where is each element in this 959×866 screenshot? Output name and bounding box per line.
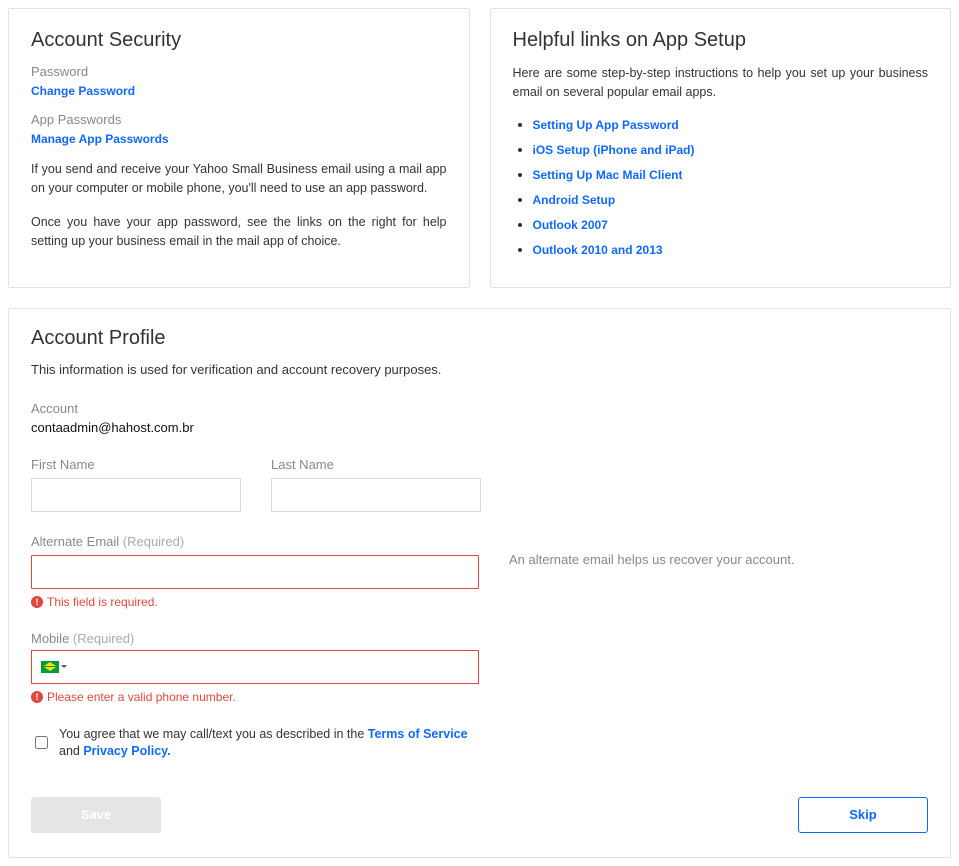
- account-profile-card: Account Profile This information is used…: [8, 308, 951, 858]
- profile-title: Account Profile: [31, 327, 928, 350]
- change-password-link[interactable]: Change Password: [31, 84, 135, 98]
- mobile-input[interactable]: [76, 651, 478, 683]
- terms-of-service-link[interactable]: Terms of Service: [368, 726, 468, 744]
- app-passwords-label: App Passwords: [31, 112, 447, 127]
- last-name-label: Last Name: [271, 457, 481, 472]
- security-paragraph-2: Once you have your app password, see the…: [31, 213, 447, 252]
- help-link-outlook-2010-2013[interactable]: Outlook 2010 and 2013: [533, 243, 663, 257]
- security-paragraph-1: If you send and receive your Yahoo Small…: [31, 160, 447, 199]
- alternate-email-input[interactable]: [31, 555, 479, 589]
- account-security-card: Account Security Password Change Passwor…: [8, 8, 470, 288]
- required-tag: (Required): [73, 631, 134, 646]
- password-label: Password: [31, 64, 447, 79]
- error-icon: !: [31, 691, 43, 703]
- help-link-android-setup[interactable]: Android Setup: [533, 193, 616, 207]
- mobile-error: ! Please enter a valid phone number.: [31, 690, 479, 704]
- help-link-ios-setup[interactable]: iOS Setup (iPhone and iPad): [533, 143, 695, 157]
- helpful-links-card: Helpful links on App Setup Here are some…: [490, 8, 952, 288]
- last-name-input[interactable]: [271, 478, 481, 512]
- helpful-link-list: Setting Up App Password iOS Setup (iPhon…: [513, 117, 929, 257]
- consent-text: You agree that we may call/text you as d…: [59, 726, 491, 761]
- mobile-label: Mobile (Required): [31, 631, 479, 646]
- first-name-label: First Name: [31, 457, 241, 472]
- chevron-down-icon: [61, 665, 67, 668]
- helpful-intro: Here are some step-by-step instructions …: [513, 64, 929, 103]
- help-link-mac-mail[interactable]: Setting Up Mac Mail Client: [533, 168, 683, 182]
- account-value: contaadmin@hahost.com.br: [31, 420, 194, 435]
- alternate-email-label: Alternate Email (Required): [31, 534, 479, 549]
- manage-app-passwords-link[interactable]: Manage App Passwords: [31, 132, 169, 146]
- profile-desc: This information is used for verificatio…: [31, 362, 928, 377]
- security-title: Account Security: [31, 29, 447, 52]
- skip-button[interactable]: Skip: [798, 797, 928, 833]
- brazil-flag-icon: [41, 661, 59, 673]
- privacy-policy-link[interactable]: Privacy Policy.: [83, 743, 170, 761]
- alternate-email-help: An alternate email helps us recover your…: [509, 534, 794, 609]
- alternate-email-error: ! This field is required.: [31, 595, 479, 609]
- save-button: Save: [31, 797, 161, 833]
- error-icon: !: [31, 596, 43, 608]
- helpful-title: Helpful links on App Setup: [513, 29, 929, 52]
- help-link-outlook-2007[interactable]: Outlook 2007: [533, 218, 608, 232]
- account-label: Account: [31, 401, 928, 416]
- country-code-selector[interactable]: [32, 651, 76, 683]
- help-link-app-password[interactable]: Setting Up App Password: [533, 118, 679, 132]
- consent-checkbox[interactable]: [35, 727, 48, 758]
- first-name-input[interactable]: [31, 478, 241, 512]
- required-tag: (Required): [123, 534, 184, 549]
